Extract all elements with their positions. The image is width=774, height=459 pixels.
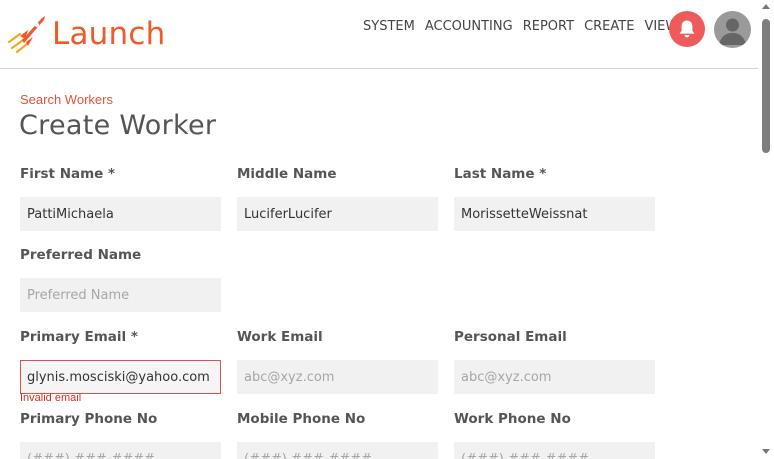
nav-create[interactable]: CREATE [579,18,639,36]
first-name-input[interactable] [20,197,221,231]
middle-name-group: Middle Name [237,166,438,231]
last-name-label: Last Name * [454,166,547,182]
last-name-input[interactable] [454,197,655,231]
preferred-name-label: Preferred Name [20,247,142,263]
app-logo[interactable]: Launch [6,12,165,56]
notifications-button[interactable] [669,11,705,47]
first-name-label: First Name * [20,166,116,182]
primary-email-error: Invalid email [20,392,82,404]
primary-email-input[interactable] [20,360,221,394]
work-phone-input[interactable] [454,442,655,459]
mobile-phone-input[interactable] [237,442,438,459]
avatar-icon [719,18,746,45]
nav-report[interactable]: REPORT [518,18,579,36]
primary-phone-label: Primary Phone No [20,411,158,427]
rocket-icon [7,16,45,54]
mobile-phone-group: Mobile Phone No [237,411,438,459]
scroll-down-arrow-icon[interactable] [762,449,770,454]
middle-name-label: Middle Name [237,166,337,182]
work-email-group: Work Email [237,329,438,394]
primary-email-label: Primary Email * [20,329,138,345]
work-phone-label: Work Phone No [454,411,571,427]
primary-phone-group: Primary Phone No [20,411,221,459]
first-name-group: First Name * [20,166,221,231]
breadcrumb-search-workers[interactable]: Search Workers [20,92,113,107]
preferred-name-group: Preferred Name [20,247,221,312]
personal-email-input[interactable] [454,360,655,394]
page-title: Create Worker [19,110,217,141]
bell-icon [679,20,695,38]
mobile-phone-label: Mobile Phone No [237,411,366,427]
preferred-name-input[interactable] [20,278,221,312]
middle-name-input[interactable] [237,197,438,231]
work-email-label: Work Email [237,329,323,345]
personal-email-label: Personal Email [454,329,567,345]
primary-email-group: Primary Email * [20,329,221,394]
personal-email-group: Personal Email [454,329,655,394]
last-name-group: Last Name * [454,166,655,231]
top-header: Launch SYSTEM ACCOUNTING REPORT CREATE V… [0,0,758,69]
nav-accounting[interactable]: ACCOUNTING [420,18,518,36]
nav-system[interactable]: SYSTEM [358,18,420,36]
scroll-up-arrow-icon[interactable] [762,4,770,9]
work-email-input[interactable] [237,360,438,394]
work-phone-group: Work Phone No [454,411,655,459]
app-name: Launch [52,16,166,52]
main-nav: SYSTEM ACCOUNTING REPORT CREATE VIEW [358,18,683,36]
scroll-thumb[interactable] [762,19,770,153]
page-scrollbar[interactable] [758,0,774,459]
user-avatar[interactable] [714,11,751,48]
primary-phone-input[interactable] [20,442,221,459]
